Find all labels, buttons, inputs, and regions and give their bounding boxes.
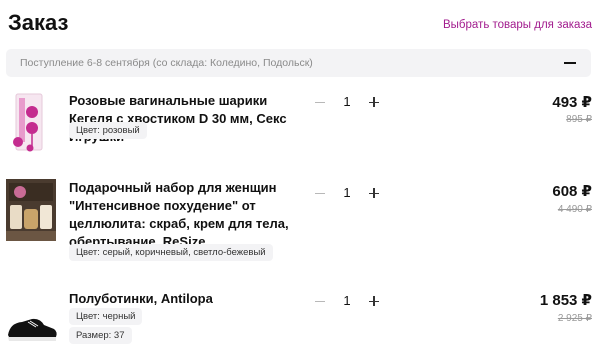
- gift-set-image[interactable]: [6, 179, 56, 241]
- quantity-value: 1: [343, 293, 351, 308]
- quantity-stepper: 1: [308, 289, 386, 313]
- select-items-link[interactable]: Выбрать товары для заказа: [443, 19, 592, 31]
- increase-button[interactable]: [362, 90, 386, 114]
- item-name[interactable]: Подарочный набор для женщин "Интенсивное…: [69, 179, 295, 251]
- item-old-price: 4 490 ₽: [557, 204, 592, 215]
- delivery-bar: Поступление 6-8 сентября (со склада: Кол…: [6, 49, 591, 77]
- increase-button[interactable]: [362, 289, 386, 313]
- item-old-price: 895 ₽: [566, 114, 592, 125]
- item-size: Размер: 37: [69, 327, 132, 344]
- item-price: 493 ₽: [552, 94, 592, 111]
- quantity-value: 1: [343, 94, 351, 109]
- decrease-button[interactable]: [308, 90, 332, 114]
- minus-icon[interactable]: [563, 55, 577, 69]
- item-old-price: 2 925 ₽: [557, 313, 592, 324]
- kegel-balls-image[interactable]: [6, 92, 54, 154]
- item-price: 1 853 ₽: [539, 292, 592, 309]
- item-color: Цвет: серый, коричневый, светло-бежевый: [69, 244, 273, 261]
- item-price: 608 ₽: [552, 183, 592, 200]
- decrease-button[interactable]: [308, 181, 332, 205]
- item-color: Цвет: розовый: [69, 122, 147, 139]
- item-name[interactable]: Полуботинки, Antilopa: [69, 290, 295, 308]
- increase-button[interactable]: [362, 181, 386, 205]
- page-title: Заказ: [8, 10, 69, 35]
- quantity-value: 1: [343, 185, 351, 200]
- shoes-image[interactable]: [6, 313, 58, 343]
- quantity-stepper: 1: [308, 181, 386, 205]
- quantity-stepper: 1: [308, 90, 386, 114]
- item-color: Цвет: черный: [69, 308, 143, 325]
- delivery-text: Поступление 6-8 сентября (со склада: Кол…: [20, 57, 313, 69]
- decrease-button[interactable]: [308, 289, 332, 313]
